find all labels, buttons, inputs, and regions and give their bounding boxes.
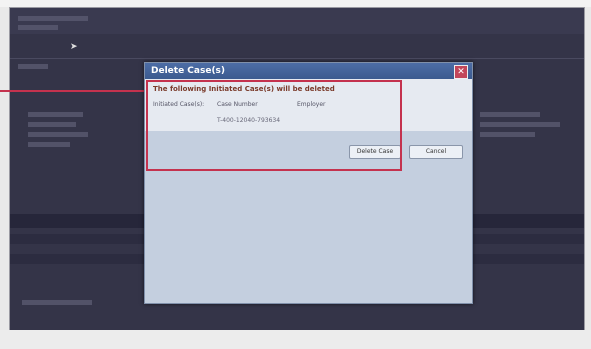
dialog-titlebar[interactable]: Delete Case(s) ✕ [145, 63, 472, 79]
bg-text [28, 112, 83, 117]
bg-text [18, 25, 58, 30]
bg-header-band [10, 8, 584, 34]
bg-text [480, 112, 540, 117]
callout-highlight-box [146, 80, 402, 171]
bg-text [28, 132, 88, 137]
bg-text [28, 142, 70, 147]
bg-text [22, 300, 92, 305]
top-window-strip [0, 0, 591, 7]
cancel-button[interactable]: Cancel [409, 145, 463, 159]
bg-text [480, 122, 560, 127]
bg-text [28, 122, 76, 127]
close-icon[interactable]: ✕ [454, 65, 468, 79]
bg-text [480, 132, 535, 137]
callout-line [0, 90, 148, 92]
bg-text [18, 16, 88, 21]
bottom-window-strip [0, 330, 591, 349]
bg-row [10, 58, 584, 59]
dialog-title: Delete Case(s) [151, 66, 226, 76]
mouse-pointer-icon: ➤ [70, 42, 78, 52]
bg-text [18, 64, 48, 69]
